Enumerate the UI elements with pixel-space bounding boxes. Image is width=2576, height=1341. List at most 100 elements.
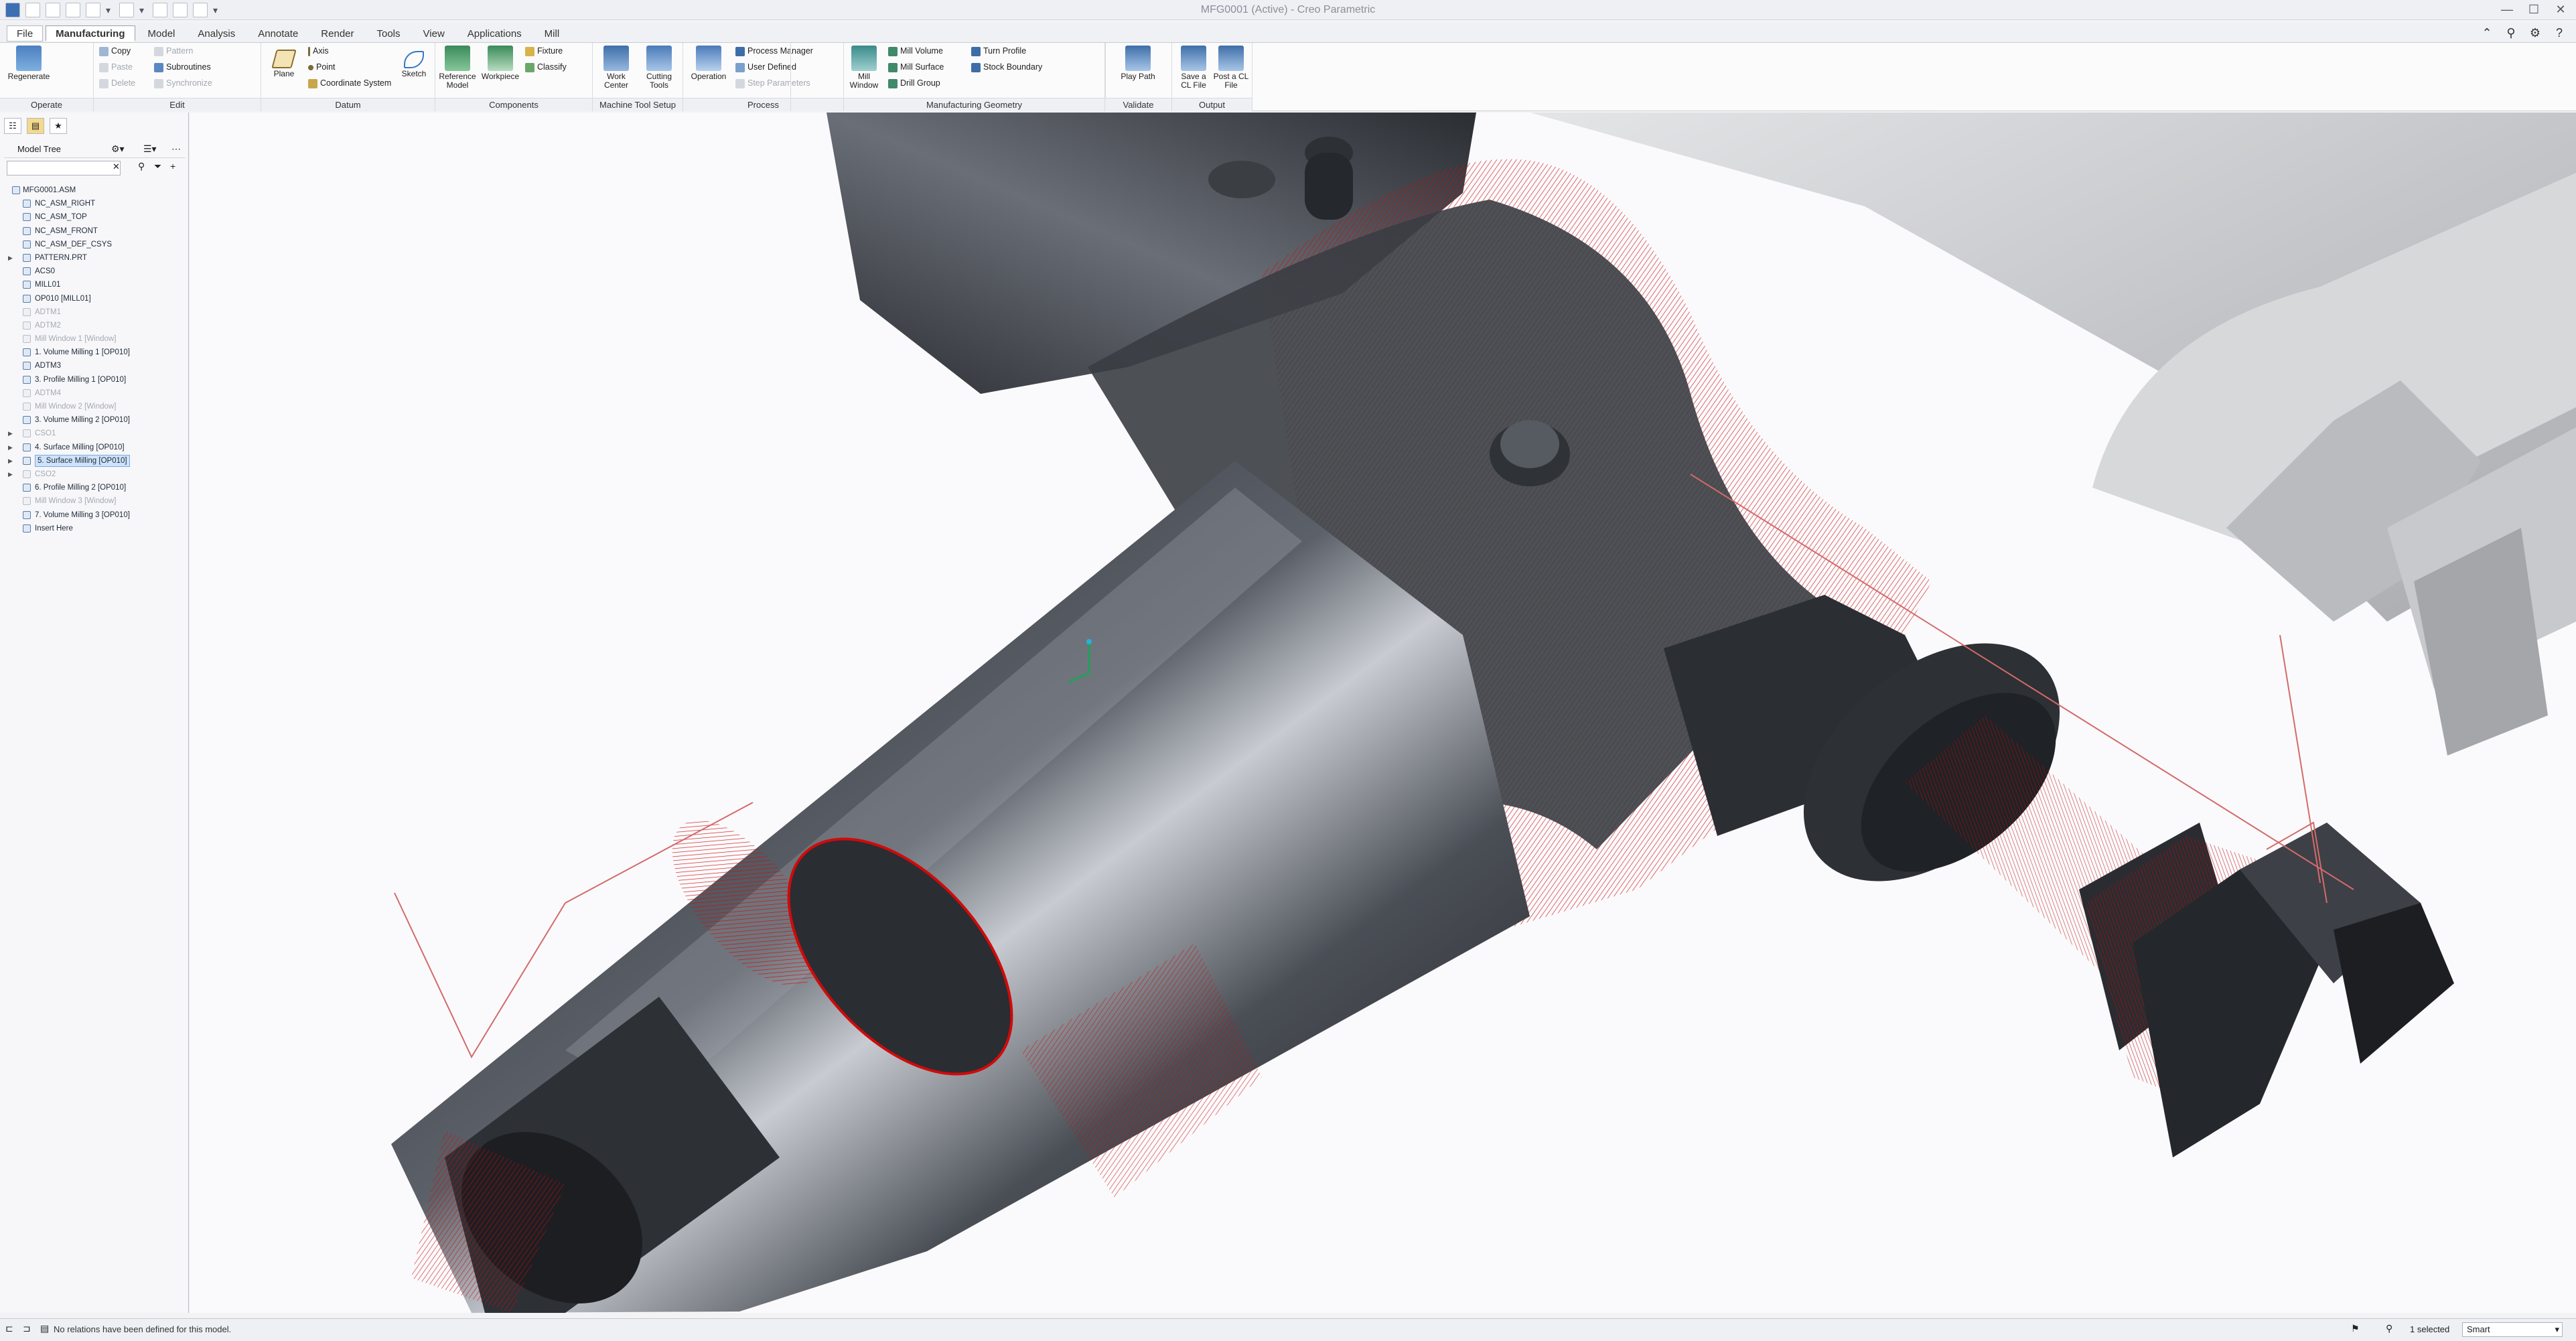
filter-icon[interactable]: ⏷ (154, 161, 161, 172)
help-icon[interactable]: ? (2552, 25, 2567, 40)
group-label-output[interactable]: Output (1172, 98, 1252, 111)
classify-button[interactable]: Classify (525, 60, 567, 74)
mill-window-button[interactable]: Mill Window (844, 46, 884, 90)
tree-node[interactable]: ACS0 (7, 265, 182, 278)
model-tree-tab-icon[interactable]: ☷ (4, 118, 21, 134)
maximize-icon[interactable]: ☐ (2526, 3, 2541, 16)
folder-browser-tab-icon[interactable]: ▤ (27, 118, 44, 134)
tree-node[interactable]: ▶ PATTERN.PRT (7, 251, 182, 265)
tree-node[interactable]: NC_ASM_RIGHT (7, 197, 182, 210)
reference-model-button[interactable]: Reference Model (437, 46, 478, 90)
group-label-process[interactable]: Process (683, 98, 843, 111)
pattern-button[interactable]: Pattern (154, 44, 193, 58)
tree-node[interactable]: ADTM2 (7, 319, 182, 332)
tab-manufacturing[interactable]: Manufacturing (46, 25, 135, 42)
work-center-button[interactable]: Work Center (595, 46, 637, 90)
tree-node[interactable]: ADTM1 (7, 305, 182, 319)
tree-settings-icon[interactable]: ⚙▾ (111, 143, 125, 155)
tab-render[interactable]: Render (311, 25, 364, 42)
toggle-navigator-icon[interactable]: ⊏ (5, 1323, 13, 1334)
selection-filter-dropdown[interactable]: Smart ▾ (2462, 1322, 2563, 1337)
tree-node[interactable]: Mill Window 3 [Window] (7, 494, 182, 508)
sketch-button[interactable]: Sketch (395, 46, 433, 78)
clear-search-icon[interactable]: ✕ (113, 161, 120, 172)
tab-analysis[interactable]: Analysis (188, 25, 245, 42)
expand-arrow-icon[interactable]: ▶ (8, 251, 15, 265)
minimize-icon[interactable]: — (2500, 3, 2514, 16)
settings-icon[interactable]: ⚙ (2528, 25, 2543, 40)
tree-node[interactable]: 7. Volume Milling 3 [OP010] (7, 508, 182, 522)
tree-node[interactable]: ADTM4 (7, 386, 182, 400)
tree-node[interactable]: Mill Window 2 [Window] (7, 400, 182, 413)
group-label-operate[interactable]: Operate (0, 98, 93, 111)
toggle-browser-icon[interactable]: ⊐ (23, 1323, 31, 1334)
tree-node[interactable]: Insert Here (7, 522, 182, 535)
close-icon[interactable]: ✕ (2553, 3, 2568, 16)
regenerate-button[interactable]: Regenerate (5, 46, 52, 81)
tab-model[interactable]: Model (138, 25, 186, 42)
fixture-button[interactable]: Fixture (525, 44, 563, 58)
group-label-components[interactable]: Components (435, 98, 592, 111)
message-log-icon[interactable]: ▤ (40, 1323, 49, 1334)
tree-node[interactable]: NC_ASM_TOP (7, 210, 182, 224)
turn-profile-button[interactable]: Turn Profile (971, 44, 1026, 58)
tree-node[interactable]: ADTM3 (7, 359, 182, 372)
post-cl-file-button[interactable]: Post a CL File (1212, 46, 1250, 90)
drill-group-button[interactable]: Drill Group (888, 76, 940, 90)
group-label-manufacturing-geometry[interactable]: Manufacturing Geometry (844, 98, 1104, 111)
flag-icon[interactable]: ⚑ (2351, 1323, 2360, 1334)
tab-file[interactable]: File (7, 25, 44, 42)
tree-node[interactable]: NC_ASM_DEF_CSYS (7, 238, 182, 251)
tab-applications[interactable]: Applications (457, 25, 532, 42)
expand-arrow-icon[interactable]: ▶ (8, 468, 15, 481)
tree-node[interactable]: Mill Window 1 [Window] (7, 332, 182, 346)
tab-view[interactable]: View (413, 25, 455, 42)
group-label-validate[interactable]: Validate (1105, 98, 1171, 111)
add-column-icon[interactable]: + (170, 161, 175, 171)
axis-button[interactable]: Axis (308, 44, 329, 58)
search-icon[interactable]: ⚲ (2504, 25, 2518, 40)
find-icon[interactable]: ⚲ (138, 161, 145, 172)
tree-node[interactable]: NC_ASM_FRONT (7, 224, 182, 238)
workpiece-button[interactable]: Workpiece (480, 46, 521, 81)
point-button[interactable]: Point (308, 60, 336, 74)
process-manager-button[interactable]: Process Manager (735, 44, 813, 58)
right-end-block[interactable] (2086, 823, 2454, 1157)
cutting-tools-button[interactable]: Cutting Tools (638, 46, 680, 90)
tree-node[interactable]: 6. Profile Milling 2 [OP010] (7, 481, 182, 494)
plane-button[interactable]: Plane (265, 46, 303, 78)
group-label-datum[interactable]: Datum (261, 98, 435, 111)
stock-boundary-button[interactable]: Stock Boundary (971, 60, 1042, 74)
group-label-machine-tool-setup[interactable]: Machine Tool Setup (593, 98, 683, 111)
step-parameters-button[interactable]: Step Parameters (735, 76, 810, 90)
mill-surface-button[interactable]: Mill Surface (888, 60, 944, 74)
tree-node[interactable]: 1. Volume Milling 1 [OP010] (7, 346, 182, 359)
tab-annotate[interactable]: Annotate (248, 25, 308, 42)
tree-search-input[interactable] (7, 161, 121, 175)
show-icon[interactable]: ☰▾ (143, 143, 157, 155)
collapse-ribbon-icon[interactable]: ⌃ (2480, 25, 2494, 40)
play-path-button[interactable]: Play Path (1116, 46, 1160, 81)
tree-node[interactable]: ▶ 4. Surface Milling [OP010] (7, 441, 182, 454)
tree-node[interactable]: OP010 [MILL01] (7, 292, 182, 305)
tree-node[interactable]: ▶ CSO1 (7, 427, 182, 440)
tab-tools[interactable]: Tools (367, 25, 411, 42)
paste-button[interactable]: Paste (99, 60, 133, 74)
save-cl-file-button[interactable]: Save a CL File (1175, 46, 1212, 90)
tree-node[interactable]: 3. Volume Milling 2 [OP010] (7, 413, 182, 427)
tree-node[interactable]: ▶ CSO2 (7, 468, 182, 481)
group-label-edit[interactable]: Edit (94, 98, 261, 111)
mill-volume-button[interactable]: Mill Volume (888, 44, 943, 58)
expand-arrow-icon[interactable]: ▶ (8, 454, 15, 468)
model-3d-scene[interactable] (190, 113, 2576, 1313)
panel-options-icon[interactable]: ⋯ (171, 143, 181, 155)
user-defined-button[interactable]: User Defined (735, 60, 796, 74)
expand-arrow-icon[interactable]: ▶ (8, 441, 15, 454)
delete-button[interactable]: Delete (99, 76, 135, 90)
tree-node[interactable]: 3. Profile Milling 1 [OP010] (7, 373, 182, 386)
tree-node[interactable]: ▶ 5. Surface Milling [OP010] (7, 454, 182, 468)
selection-binoculars-icon[interactable]: ⚲ (2386, 1323, 2392, 1334)
coordinate-system-button[interactable]: Coordinate System (308, 76, 391, 90)
tab-mill[interactable]: Mill (534, 25, 570, 42)
tree-node[interactable]: MILL01 (7, 278, 182, 291)
